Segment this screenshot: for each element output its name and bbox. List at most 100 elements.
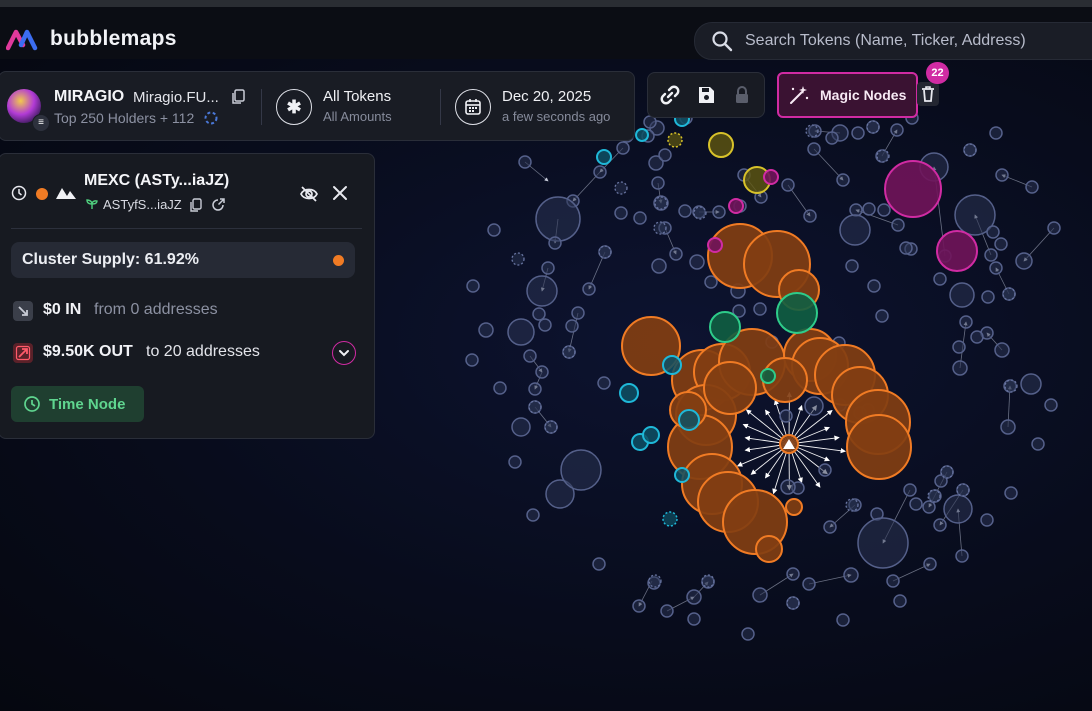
holder-bubble[interactable] (933, 518, 947, 532)
holder-bubble[interactable] (535, 196, 581, 242)
holder-bubble[interactable] (1044, 398, 1058, 412)
holder-bubble[interactable] (635, 128, 649, 142)
holder-bubble[interactable] (955, 549, 969, 563)
holder-bubble[interactable] (886, 574, 900, 588)
cluster-bubble[interactable] (785, 498, 803, 516)
holder-bubble[interactable] (952, 360, 968, 376)
holder-bubble[interactable] (818, 463, 832, 477)
holder-bubble[interactable] (839, 214, 871, 246)
holder-bubble[interactable] (802, 577, 816, 591)
holder-bubble[interactable] (949, 282, 975, 308)
holder-bubble[interactable] (823, 520, 837, 534)
holder-bubble[interactable] (565, 319, 579, 333)
copy-address-icon[interactable] (189, 198, 202, 213)
holder-bubble[interactable] (593, 165, 607, 179)
logo[interactable]: bubblemaps (6, 27, 177, 51)
holder-bubble[interactable] (667, 132, 683, 148)
holder-bubble[interactable] (959, 315, 973, 329)
holder-bubble[interactable] (508, 455, 522, 469)
holder-bubble[interactable] (763, 169, 779, 185)
holder-bubble[interactable] (981, 290, 995, 304)
holder-bubble[interactable] (541, 261, 555, 275)
holder-bubble[interactable] (1025, 180, 1039, 194)
holder-bubble[interactable] (984, 248, 998, 262)
holder-bubble[interactable] (660, 604, 674, 618)
holder-bubble[interactable] (648, 574, 662, 588)
holder-bubble[interactable] (805, 124, 819, 138)
save-icon[interactable] (694, 83, 718, 107)
holder-bubble[interactable] (943, 494, 973, 524)
holder-bubble[interactable] (836, 173, 850, 187)
holder-bubble[interactable] (994, 342, 1010, 358)
holder-bubble[interactable] (804, 396, 824, 416)
holder-bubble[interactable] (843, 567, 859, 583)
holder-bubble[interactable] (662, 511, 678, 527)
holders-count[interactable]: Top 250 Holders + 112 (54, 110, 194, 126)
magic-nodes-button[interactable]: Magic Nodes (777, 72, 918, 118)
holder-bubble[interactable] (1004, 379, 1018, 393)
holder-bubble[interactable] (986, 225, 1000, 239)
holder-bubble[interactable] (686, 589, 702, 605)
holder-bubble[interactable] (651, 176, 665, 190)
holder-bubble[interactable] (704, 275, 718, 289)
holder-bubble[interactable] (753, 302, 767, 316)
holder-bubble[interactable] (893, 594, 907, 608)
close-icon[interactable] (332, 185, 348, 201)
holder-bubble[interactable] (526, 275, 558, 307)
holder-bubble[interactable] (780, 479, 796, 495)
link-icon[interactable] (658, 83, 682, 107)
holder-bubble[interactable] (562, 345, 576, 359)
holder-bubble[interactable] (632, 599, 646, 613)
holder-bubble[interactable] (867, 279, 881, 293)
holder-bubble[interactable] (507, 318, 535, 346)
holder-bubble[interactable] (465, 353, 479, 367)
hide-eye-icon[interactable] (299, 184, 319, 204)
holder-bubble[interactable] (857, 517, 909, 569)
holder-bubble[interactable] (994, 237, 1008, 251)
holder-bubble[interactable] (884, 160, 942, 218)
holder-bubble[interactable] (662, 355, 682, 375)
cluster-bubble[interactable] (846, 414, 912, 480)
holder-bubble[interactable] (582, 282, 596, 296)
holder-bubble[interactable] (592, 557, 606, 571)
holder-bubble[interactable] (989, 126, 1003, 140)
holder-bubble[interactable] (544, 420, 558, 434)
holder-bubble[interactable] (866, 120, 880, 134)
cluster-bubble[interactable] (755, 535, 783, 563)
holder-bubble[interactable] (614, 206, 628, 220)
holder-bubble[interactable] (712, 205, 726, 219)
holder-bubble[interactable] (923, 557, 937, 571)
holder-bubble[interactable] (598, 245, 612, 259)
holder-bubble[interactable] (487, 223, 501, 237)
holder-bubble[interactable] (849, 203, 863, 217)
holder-bubble[interactable] (752, 587, 768, 603)
holder-bubble[interactable] (963, 143, 977, 157)
holder-bubble[interactable] (707, 237, 723, 253)
holder-bubble[interactable] (1000, 419, 1016, 435)
holder-bubble[interactable] (989, 261, 1003, 275)
holder-bubble[interactable] (970, 330, 984, 344)
holder-bubble[interactable] (956, 483, 970, 497)
holder-bubble[interactable] (654, 196, 668, 210)
holder-bubble[interactable] (851, 126, 865, 140)
holder-bubble[interactable] (1020, 373, 1042, 395)
holder-bubble[interactable] (890, 123, 904, 137)
holder-bubble[interactable] (642, 426, 660, 444)
search-input[interactable] (743, 31, 1092, 51)
holder-bubble[interactable] (862, 202, 876, 216)
holder-bubble[interactable] (678, 204, 692, 218)
holder-bubble[interactable] (741, 627, 755, 641)
holder-bubble[interactable] (875, 309, 889, 323)
holder-bubble[interactable] (493, 381, 507, 395)
holder-bubble[interactable] (653, 221, 667, 235)
holder-bubble[interactable] (1047, 221, 1061, 235)
holder-bubble[interactable] (511, 252, 525, 266)
holder-bubble[interactable] (689, 254, 705, 270)
holder-bubble[interactable] (466, 279, 480, 293)
holder-bubble[interactable] (597, 376, 611, 390)
holder-bubble[interactable] (776, 292, 818, 334)
holder-bubble[interactable] (803, 209, 817, 223)
holder-bubble[interactable] (836, 613, 850, 627)
holder-bubble[interactable] (674, 467, 690, 483)
holder-bubble[interactable] (616, 141, 630, 155)
